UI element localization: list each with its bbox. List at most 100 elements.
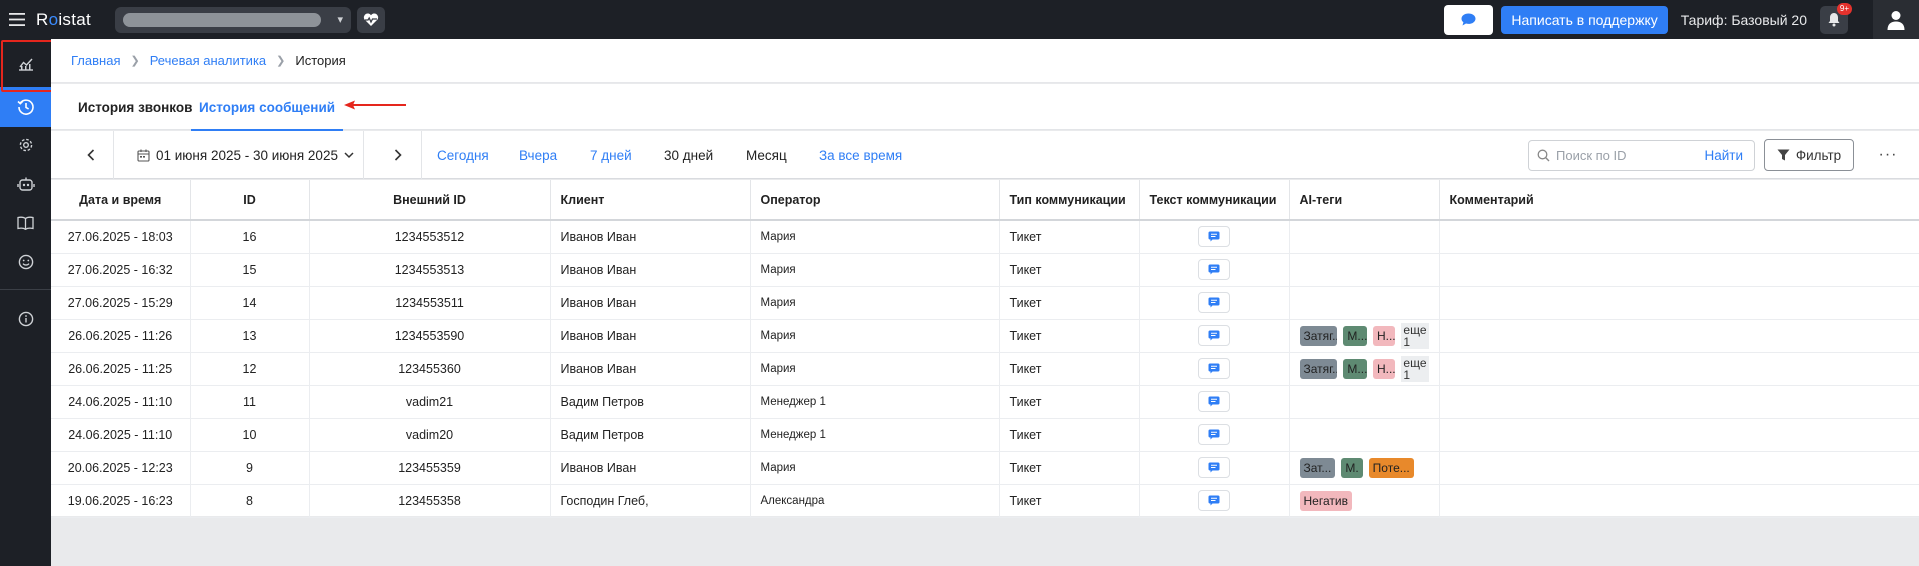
ai-tag[interactable]: М.	[1341, 457, 1363, 478]
cell-ai-tags: Затяг...М...Н...еще 1	[1289, 352, 1440, 386]
sidebar-item-knowledge[interactable]	[0, 205, 51, 241]
column-header-text[interactable]: Текст коммуникации	[1139, 180, 1290, 221]
cell-operator: Мария	[750, 352, 1000, 386]
ai-tag[interactable]: Затяг...	[1299, 358, 1338, 379]
cell-operator: Александра	[750, 484, 1000, 518]
main-content: Главная ❯ Речевая аналитика ❯ История Ис…	[51, 39, 1919, 566]
smile-icon	[18, 254, 33, 270]
period-month[interactable]: Месяц	[746, 131, 787, 179]
tab-message-history[interactable]: История сообщений	[190, 84, 344, 131]
filter-button[interactable]: Фильтр	[1764, 139, 1854, 171]
cell-client: Вадим Петров	[550, 385, 751, 419]
column-header-type[interactable]: Тип коммуникации	[999, 180, 1140, 221]
cell-comment[interactable]	[1439, 253, 1919, 287]
cell-comment[interactable]	[1439, 418, 1919, 452]
view-message-button[interactable]	[1198, 259, 1230, 280]
ai-tag[interactable]: Зат...	[1299, 457, 1336, 478]
view-message-button[interactable]	[1198, 226, 1230, 248]
hamburger-menu-icon[interactable]	[0, 0, 34, 39]
sidebar-item-info[interactable]	[0, 301, 51, 337]
date-range-picker[interactable]: 01 июня 2025 - 30 июня 2025	[137, 131, 354, 179]
period-yesterday[interactable]: Вчера	[519, 131, 557, 179]
prev-period-button[interactable]	[71, 131, 111, 179]
more-options-button[interactable]: ···	[1873, 139, 1903, 171]
view-message-button[interactable]	[1198, 424, 1230, 445]
ai-tag[interactable]: Затяг...	[1299, 325, 1338, 346]
view-message-button[interactable]	[1198, 490, 1230, 511]
health-check-button[interactable]	[357, 6, 386, 33]
next-period-button[interactable]	[378, 131, 418, 179]
cell-comment[interactable]	[1439, 484, 1919, 518]
view-message-button[interactable]	[1198, 457, 1230, 478]
user-profile-icon[interactable]	[1873, 0, 1919, 39]
support-button[interactable]: Написать в поддержку	[1501, 5, 1668, 34]
view-message-button[interactable]	[1198, 292, 1230, 313]
cell-text	[1139, 352, 1290, 386]
tariff-label[interactable]: Тариф: Базовый 20	[1681, 12, 1807, 28]
chat-bubble-icon	[1461, 13, 1476, 26]
column-header-datetime[interactable]: Дата и время	[51, 180, 191, 221]
project-select[interactable]: ▾	[115, 6, 352, 33]
view-message-button[interactable]	[1198, 358, 1230, 379]
cell-datetime: 24.06.2025 - 11:10	[51, 418, 191, 452]
sidebar-item-bots[interactable]	[0, 166, 51, 202]
view-message-button[interactable]	[1198, 391, 1230, 412]
table-row[interactable]: 19.06.2025 - 16:23 8 123455358 Господин Гле…	[51, 484, 1919, 518]
cell-external-id: 1234553590	[309, 319, 551, 353]
period-30-days[interactable]: 30 дней	[664, 131, 713, 179]
cell-operator: Менеджер 1	[750, 385, 1000, 419]
more-tags-link[interactable]: еще 1	[1401, 355, 1429, 382]
tab-call-history[interactable]: История звонков	[78, 84, 192, 130]
cell-comment[interactable]	[1439, 451, 1919, 485]
cell-id: 9	[190, 451, 310, 485]
column-header-id[interactable]: ID	[190, 180, 310, 221]
period-today[interactable]: Сегодня	[437, 131, 489, 179]
column-header-ai-tags[interactable]: AI-теги	[1289, 180, 1440, 221]
ai-tag[interactable]: Н...	[1372, 358, 1396, 379]
column-header-external-id[interactable]: Внешний ID	[309, 180, 551, 221]
column-header-comment[interactable]: Комментарий	[1439, 180, 1919, 221]
table-row[interactable]: 27.06.2025 - 18:03 16 1234553512 Иванов Ива…	[51, 220, 1919, 254]
sidebar-item-feedback[interactable]	[0, 244, 51, 280]
info-icon	[18, 311, 33, 327]
ai-tag[interactable]: Н...	[1372, 325, 1396, 346]
table-row[interactable]: 26.06.2025 - 11:25 12 123455360 Иванов Иван…	[51, 352, 1919, 386]
table-row[interactable]: 20.06.2025 - 12:23 9 123455359 Иванов Иван М…	[51, 451, 1919, 485]
search-find-button[interactable]: Найти	[1704, 148, 1743, 163]
chevron-down-icon: ▾	[337, 14, 344, 26]
search-box: Найти	[1528, 140, 1755, 171]
ai-tag[interactable]: М...	[1343, 358, 1367, 379]
cell-datetime: 26.06.2025 - 11:25	[51, 352, 191, 386]
roistat-logo[interactable]: Roistat	[36, 10, 91, 30]
cell-comment[interactable]	[1439, 352, 1919, 386]
table-row[interactable]: 27.06.2025 - 16:32 15 1234553513 Иванов Ива…	[51, 253, 1919, 287]
sidebar-item-settings[interactable]	[0, 127, 51, 163]
period-7-days[interactable]: 7 дней	[590, 131, 632, 179]
more-tags-link[interactable]: еще 1	[1401, 322, 1429, 349]
cell-datetime: 27.06.2025 - 16:32	[51, 253, 191, 287]
column-header-client[interactable]: Клиент	[550, 180, 751, 221]
filter-bar: 01 июня 2025 - 30 июня 2025 Сегодня Вчер…	[51, 131, 1919, 179]
period-all-time[interactable]: За все время	[819, 131, 902, 179]
view-message-button[interactable]	[1198, 325, 1230, 346]
column-header-operator[interactable]: Оператор	[750, 180, 1000, 221]
sidebar-item-history[interactable]	[0, 87, 51, 127]
cell-comment[interactable]	[1439, 385, 1919, 419]
breadcrumb-speech-analytics[interactable]: Речевая аналитика	[150, 53, 266, 68]
ai-tag[interactable]: Негатив	[1299, 490, 1352, 511]
cell-comment[interactable]	[1439, 286, 1919, 320]
notifications-button[interactable]: 9+	[1820, 2, 1852, 34]
breadcrumb-home[interactable]: Главная	[71, 53, 120, 68]
table-row[interactable]: 26.06.2025 - 11:26 13 1234553590 Иванов Ива…	[51, 319, 1919, 353]
cell-text	[1139, 220, 1290, 254]
table-row[interactable]: 24.06.2025 - 11:10 11 vadim21 Вадим Петров М…	[51, 385, 1919, 419]
cell-comment[interactable]	[1439, 220, 1919, 254]
search-id-input[interactable]	[1556, 148, 1686, 163]
ai-tag[interactable]: М...	[1343, 325, 1367, 346]
table-row[interactable]: 27.06.2025 - 15:29 14 1234553511 Иванов Ива…	[51, 286, 1919, 320]
table-row[interactable]: 24.06.2025 - 11:10 10 vadim20 Вадим Петров М…	[51, 418, 1919, 452]
ai-tag[interactable]: Поте...	[1368, 457, 1414, 478]
cell-ai-tags: Затяг...М...Н...еще 1	[1289, 319, 1440, 353]
cell-comment[interactable]	[1439, 319, 1919, 353]
chat-button[interactable]	[1444, 4, 1494, 35]
